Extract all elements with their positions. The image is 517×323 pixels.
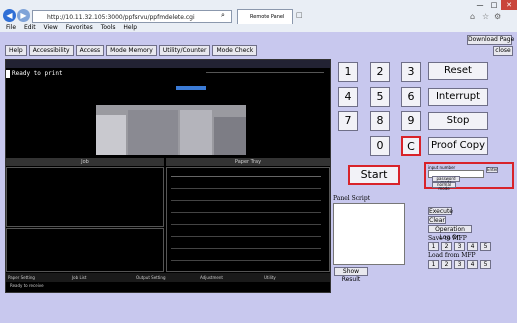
favorites-icon[interactable]: ☆	[482, 12, 489, 21]
save-slot-5-button[interactable]: 5	[480, 242, 491, 251]
load-slot-3-button[interactable]: 3	[454, 260, 465, 269]
key-4[interactable]: 4	[338, 87, 358, 107]
new-tab-icon[interactable]: □	[296, 11, 303, 19]
load-from-mfp-label: Load from MFP	[428, 252, 476, 259]
minimize-icon[interactable]: —	[473, 0, 487, 10]
progress-bar	[176, 86, 206, 90]
access-button[interactable]: Access	[75, 45, 105, 56]
tab-paper-setting[interactable]: Paper Setting	[8, 274, 68, 281]
key-clear[interactable]: C	[401, 136, 421, 156]
normal-mode-button[interactable]: normal mode	[432, 182, 456, 191]
readout-line	[206, 72, 324, 73]
key-0[interactable]: 0	[370, 136, 390, 156]
download-page-button[interactable]: Download Page	[467, 35, 514, 45]
browser-chrome: ◀ ▶ http://10.11.32.105:3000/ppfsrvu/ppf…	[0, 0, 517, 33]
screen-bottom-tabs: Paper Setting Job List Output Setting Ad…	[6, 273, 330, 282]
key-1[interactable]: 1	[338, 62, 358, 82]
device-screen[interactable]: Ready to print Job Paper Tray Paper Sett…	[5, 59, 331, 293]
key-6[interactable]: 6	[401, 87, 421, 107]
key-5[interactable]: 5	[370, 87, 390, 107]
menu-tools[interactable]: Tools	[101, 24, 116, 31]
interrupt-button[interactable]: Interrupt	[428, 88, 488, 106]
reset-button[interactable]: Reset	[428, 62, 488, 80]
tab-output-setting[interactable]: Output Setting	[136, 274, 196, 281]
load-slot-1-button[interactable]: 1	[428, 260, 439, 269]
key-7[interactable]: 7	[338, 111, 358, 131]
menu-bar: File Edit View Favorites Tools Help	[0, 23, 137, 32]
start-button[interactable]: Start	[348, 165, 400, 185]
execute-button[interactable]: Execute	[428, 207, 453, 215]
menu-favorites[interactable]: Favorites	[66, 24, 93, 31]
settings-panel	[6, 228, 164, 272]
enter-button[interactable]: Enter	[486, 167, 498, 173]
utility-counter-button[interactable]: Utility/Counter	[158, 45, 211, 56]
back-icon[interactable]: ◀	[3, 9, 16, 22]
save-slot-3-button[interactable]: 3	[454, 242, 465, 251]
close-window-icon[interactable]: ✕	[501, 0, 517, 10]
browser-tab[interactable]: Remote Panel	[237, 9, 293, 24]
proof-copy-button[interactable]: Proof Copy	[428, 137, 488, 155]
save-slot-2-button[interactable]: 2	[441, 242, 452, 251]
forward-icon[interactable]: ▶	[17, 9, 30, 22]
gear-icon[interactable]: ⚙	[494, 12, 501, 21]
tab-job-list[interactable]: Job List	[72, 274, 132, 281]
close-button[interactable]: close	[493, 46, 513, 56]
tab-utility[interactable]: Utility	[264, 274, 324, 281]
load-slot-5-button[interactable]: 5	[480, 260, 491, 269]
machine-image	[96, 105, 246, 155]
panel-script-textarea[interactable]	[333, 203, 405, 265]
key-9[interactable]: 9	[401, 111, 421, 131]
job-list-panel	[6, 167, 164, 227]
load-slot-2-button[interactable]: 2	[441, 260, 452, 269]
tab-adjustment[interactable]: Adjustment	[200, 274, 260, 281]
status-text: Ready to print	[12, 70, 63, 77]
mode-check-button[interactable]: Mode Check	[212, 45, 258, 56]
top-toolbar: Help Accessibility Access Mode Memory Utilit…	[5, 45, 259, 56]
screen-top-strip	[6, 60, 330, 68]
home-icon[interactable]: ⌂	[470, 12, 475, 21]
accessibility-button[interactable]: Accessibility	[28, 45, 74, 56]
mode-memory-button[interactable]: Mode Memory	[106, 45, 157, 56]
maximize-icon[interactable]: □	[487, 0, 501, 10]
save-slot-4-button[interactable]: 4	[467, 242, 478, 251]
clear-button[interactable]: Clear	[428, 216, 446, 224]
menu-help[interactable]: Help	[123, 24, 137, 31]
help-button[interactable]: Help	[5, 45, 27, 56]
menu-edit[interactable]: Edit	[24, 24, 36, 31]
save-slot-1-button[interactable]: 1	[428, 242, 439, 251]
stop-button[interactable]: Stop	[428, 112, 488, 130]
paper-panel-title: Paper Tray	[166, 158, 330, 166]
save-to-mfp-label: Save to MFP	[428, 235, 467, 242]
paper-tray-panel	[166, 167, 330, 272]
key-8[interactable]: 8	[370, 111, 390, 131]
menu-view[interactable]: View	[44, 24, 58, 31]
job-panel-title: Job	[6, 158, 164, 166]
input-number-area: input number Enter password mode normal …	[424, 162, 514, 191]
search-icon[interactable]: ⌕	[221, 11, 225, 20]
address-bar[interactable]: http://10.11.32.105:3000/ppfsrvu/ppfmdel…	[32, 10, 232, 23]
key-2[interactable]: 2	[370, 62, 390, 82]
footer-status: Ready to receive	[10, 283, 44, 288]
show-result-button[interactable]: Show Result	[334, 267, 368, 283]
key-3[interactable]: 3	[401, 62, 421, 82]
menu-file[interactable]: File	[6, 24, 16, 31]
printer-status-icon	[6, 70, 10, 78]
load-slot-4-button[interactable]: 4	[467, 260, 478, 269]
panel-script-label: Panel Script	[333, 195, 371, 202]
operation-log-on-button[interactable]: Operation Log On	[428, 225, 472, 241]
